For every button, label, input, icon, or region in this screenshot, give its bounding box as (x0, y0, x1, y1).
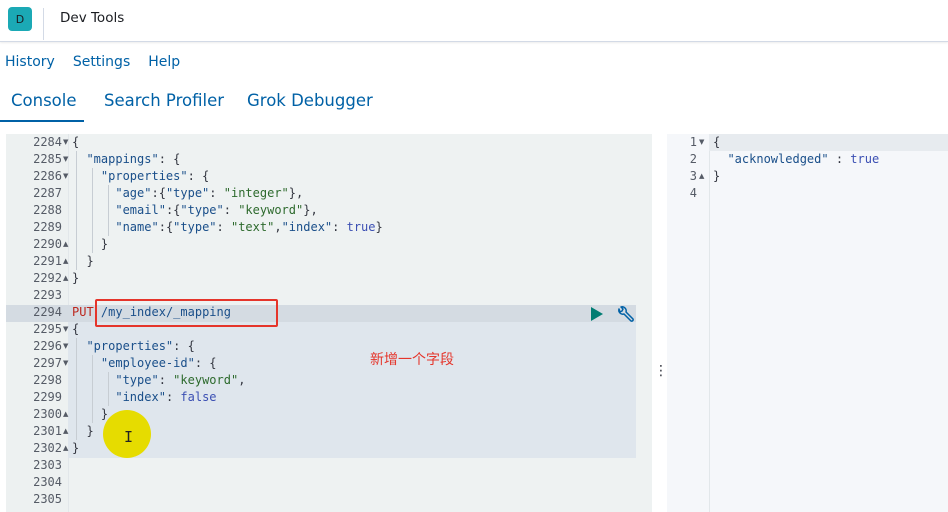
header-divider (43, 8, 44, 40)
fold-toggle-icon[interactable]: ▲ (63, 236, 69, 253)
page-title: Dev Tools (60, 10, 125, 26)
line-number: 2287 (33, 186, 62, 200)
response-code-area (709, 134, 948, 512)
fold-toggle-icon[interactable]: ▲ (63, 270, 69, 287)
code-line: } (72, 407, 109, 421)
tab-search-profiler[interactable]: Search Profiler (104, 86, 224, 116)
highlight-box (95, 299, 278, 327)
fold-toggle-icon[interactable]: ▼ (63, 355, 69, 372)
code-line: } (72, 424, 94, 438)
line-number: 2301 (33, 424, 62, 438)
menu-help[interactable]: Help (148, 51, 180, 73)
fold-toggle-icon[interactable]: ▲ (63, 406, 69, 423)
code-line: { (72, 135, 80, 149)
vertical-dots-icon[interactable]: ⋮ (654, 362, 668, 380)
code-line: "index": false (115, 390, 217, 404)
line-number: 2294 (33, 305, 62, 319)
tab-console[interactable]: Console (11, 86, 77, 116)
code-line: "employee-id": { (100, 356, 217, 370)
line-number: 2295 (33, 322, 62, 336)
line-number: 2290 (33, 237, 62, 251)
line-number: 2303 (33, 458, 62, 472)
play-icon[interactable] (591, 307, 603, 321)
line-number: 2292 (33, 271, 62, 285)
code-line: { (72, 322, 80, 336)
line-number: 2302 (33, 441, 62, 455)
code-line: } (713, 169, 721, 183)
fold-toggle-icon[interactable]: ▼ (63, 338, 69, 355)
fold-toggle-icon[interactable]: ▼ (63, 321, 69, 338)
response-value: true (850, 152, 880, 166)
line-number: 2305 (33, 492, 62, 506)
line-number: 1 (689, 135, 697, 149)
response-active-line (709, 134, 948, 151)
http-method: PUT (72, 305, 94, 319)
line-number: 2288 (33, 203, 62, 217)
tab-grok-debugger[interactable]: Grok Debugger (247, 86, 373, 116)
menu-history[interactable]: History (5, 51, 55, 73)
code-line: { (713, 135, 721, 149)
code-line: "name":{"type": "text","index": true} (115, 220, 383, 234)
app-badge[interactable]: D (8, 7, 32, 31)
line-number: 2291 (33, 254, 62, 268)
line-number: 2300 (33, 407, 62, 421)
fold-toggle-icon[interactable]: ▲ (63, 253, 69, 270)
line-number: 4 (689, 186, 697, 200)
line-number: 3 (689, 169, 697, 183)
response-panel[interactable]: 1 2 3 4 ▼ ▲ { "acknowledged" : true } (667, 134, 948, 512)
line-number: 2285 (33, 152, 62, 166)
text-cursor-icon: I (124, 428, 134, 446)
fold-toggle-icon[interactable]: ▲ (63, 423, 69, 440)
annotation-text: 新增一个字段 (370, 352, 454, 368)
wrench-icon[interactable] (614, 305, 636, 327)
line-number: 2299 (33, 390, 62, 404)
fold-toggle-icon[interactable]: ▲ (699, 168, 705, 185)
line-number: 2297 (33, 356, 62, 370)
code-line: } (72, 237, 109, 251)
menu-settings[interactable]: Settings (73, 51, 130, 73)
fold-toggle-icon[interactable]: ▼ (63, 168, 69, 185)
line-number: 2298 (33, 373, 62, 387)
active-tab-indicator (0, 120, 84, 122)
line-number: 2293 (33, 288, 62, 302)
code-line: "properties": { (100, 169, 210, 183)
code-line: "mappings": { (86, 152, 181, 166)
fold-toggle-icon[interactable]: ▼ (63, 134, 69, 151)
code-line: "type": "keyword", (115, 373, 246, 387)
line-number: 2284 (33, 135, 62, 149)
code-line: } (72, 271, 80, 285)
fold-toggle-icon[interactable]: ▲ (63, 440, 69, 457)
top-menu: History Settings Help (0, 51, 198, 73)
line-number: 2304 (33, 475, 62, 489)
code-line: } (72, 254, 94, 268)
fold-toggle-icon[interactable]: ▼ (63, 151, 69, 168)
code-line: "properties": { (86, 339, 195, 353)
top-bar: D Dev Tools (0, 0, 948, 42)
fold-toggle-icon[interactable]: ▼ (699, 134, 705, 151)
line-number: 2296 (33, 339, 62, 353)
line-number: 2289 (33, 220, 62, 234)
tab-bar: Console Search Profiler Grok Debugger (0, 86, 948, 122)
code-line: } (72, 441, 80, 455)
code-line: "acknowledged" : true (727, 152, 880, 166)
line-number: 2 (689, 152, 697, 166)
response-key: "acknowledged" (727, 152, 829, 166)
code-line: "email":{"type": "keyword"}, (115, 203, 318, 217)
code-line: "age":{"type": "integer"}, (115, 186, 304, 200)
line-number: 2286 (33, 169, 62, 183)
